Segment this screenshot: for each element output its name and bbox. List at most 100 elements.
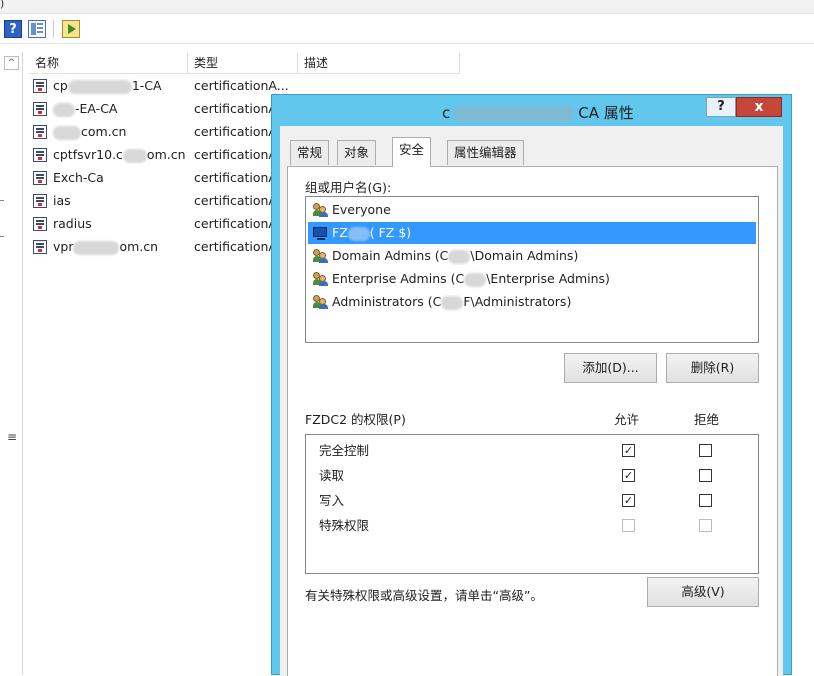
redacted-text — [441, 295, 464, 310]
user-name-end: \Domain Admins) — [470, 248, 579, 263]
help-icon[interactable]: ? — [4, 20, 22, 38]
tree-line — [0, 236, 4, 237]
security-tab-page: 组或用户名(G): Everyone FZ ( FZ $) Domain Admins… — [287, 166, 778, 676]
tab-security[interactable]: 安全 — [392, 137, 432, 167]
user-list-item[interactable]: Domain Admins (C \Domain Admins) — [308, 245, 756, 267]
row-type: certificationA — [194, 124, 277, 139]
redacted-text — [122, 148, 147, 163]
row-name-start: Exch-Ca — [53, 170, 104, 185]
row-name: vpr om.cn — [53, 236, 158, 258]
row-name-end: 1-CA — [131, 78, 162, 93]
properties-dialog: c CA 属性 ? x 常规 对象 安全 属性编辑器 组或用户名(G): Ever… — [271, 94, 792, 676]
user-name-end: \Enterprise Admins) — [486, 271, 610, 286]
permission-name: 完全控制 — [319, 443, 370, 458]
row-name-end: com.cn — [81, 124, 127, 139]
computer-icon — [313, 227, 327, 240]
row-type: certificationA — [194, 147, 277, 162]
close-button[interactable]: x — [736, 97, 782, 117]
user-list-item[interactable]: FZ ( FZ $) — [308, 222, 756, 244]
deny-checkbox[interactable] — [699, 469, 712, 482]
user-listbox[interactable]: Everyone FZ ( FZ $) Domain Admins (C \Domain… — [305, 196, 759, 343]
advanced-hint: 有关特殊权限或高级设置，请单击“高级”。 — [305, 588, 543, 603]
user-name: FZ — [332, 225, 348, 240]
certificate-template-icon — [33, 194, 47, 208]
row-name: radius — [53, 213, 92, 235]
dialog-client: 常规 对象 安全 属性编辑器 组或用户名(G): Everyone FZ ( FZ … — [280, 126, 783, 676]
window-top-strip: ) — [0, 0, 814, 14]
list-header: 名称 类型 描述 — [29, 53, 460, 74]
allow-checkbox[interactable]: ✓ — [622, 494, 635, 507]
redacted-text — [53, 102, 75, 117]
row-name-start: vpr — [53, 239, 74, 254]
row-type: certificationA — [194, 193, 277, 208]
deny-checkbox[interactable] — [699, 444, 712, 457]
certificate-template-icon — [33, 148, 47, 162]
tab-attribute-editor[interactable]: 属性编辑器 — [447, 140, 524, 165]
permissions-list: 完全控制 ✓ 读取 ✓ 写入 ✓ 特殊权限 — [305, 434, 759, 574]
certificate-template-icon — [33, 171, 47, 185]
user-name: Enterprise Admins (C — [332, 271, 465, 286]
allow-checkbox[interactable]: ✓ — [622, 444, 635, 457]
tab-object[interactable]: 对象 — [337, 140, 377, 165]
permission-row: 特殊权限 — [306, 514, 758, 538]
scroll-up-button[interactable]: ^ — [4, 56, 19, 70]
row-name-end: om.cn — [146, 147, 186, 162]
tree-line — [0, 200, 4, 201]
user-list-item[interactable]: Administrators (C F\Administrators) — [308, 291, 756, 313]
add-button[interactable]: 添加(D)... — [564, 353, 657, 383]
permissions-label: FZDC2 的权限(P) — [305, 412, 406, 427]
redacted-text — [347, 226, 370, 241]
splitter-grip-icon[interactable]: ≡ — [7, 430, 17, 444]
row-type: certificationA — [194, 216, 277, 231]
certificate-template-icon — [33, 125, 47, 139]
dialog-title: c CA 属性 — [442, 104, 634, 122]
remove-button[interactable]: 删除(R) — [666, 353, 759, 383]
user-list-item[interactable]: Everyone — [308, 199, 756, 221]
column-header-description[interactable]: 描述 — [298, 53, 460, 74]
group-icon — [313, 203, 328, 217]
row-name-start: cptfsvr10.c — [53, 147, 123, 162]
console-tree-icon[interactable] — [28, 20, 46, 38]
permission-row: 写入 ✓ — [306, 489, 758, 513]
top-strip-text: ) — [0, 0, 5, 10]
group-or-user-label: 组或用户名(G): — [305, 180, 392, 195]
redacted-text — [464, 272, 487, 287]
row-type: certificationA — [194, 239, 277, 254]
column-header-type[interactable]: 类型 — [188, 53, 298, 74]
user-name: Everyone — [332, 202, 391, 217]
toolbar-separator — [53, 20, 54, 38]
user-list-item[interactable]: Enterprise Admins (C \Enterprise Admins) — [308, 268, 756, 290]
tab-general[interactable]: 常规 — [290, 140, 330, 165]
row-name: com.cn — [53, 121, 126, 143]
help-button[interactable]: ? — [706, 97, 736, 117]
row-name-start: ias — [53, 193, 71, 208]
row-name: Exch-Ca — [53, 167, 104, 189]
user-name-end: ( FZ $) — [369, 225, 412, 240]
row-name: cp 1-CA — [53, 75, 162, 97]
column-header-name[interactable]: 名称 — [29, 53, 188, 74]
row-name: -EA-CA — [53, 98, 117, 120]
deny-checkbox[interactable] — [699, 494, 712, 507]
action-icon[interactable] — [62, 20, 80, 38]
permission-row: 读取 ✓ — [306, 464, 758, 488]
redacted-text — [67, 79, 132, 94]
deny-header: 拒绝 — [694, 412, 720, 427]
allow-checkbox — [622, 519, 635, 532]
permission-row: 完全控制 ✓ — [306, 439, 758, 463]
certificate-template-icon — [33, 217, 47, 231]
permission-name: 特殊权限 — [319, 518, 370, 533]
redacted-text — [454, 105, 575, 122]
permission-name: 写入 — [319, 493, 345, 508]
certificate-template-icon — [33, 102, 47, 116]
advanced-button[interactable]: 高级(V) — [647, 577, 759, 607]
certificate-template-icon — [33, 79, 47, 93]
row-name: cptfsvr10.c om.cn — [53, 144, 186, 166]
redacted-text — [53, 125, 81, 140]
deny-checkbox — [699, 519, 712, 532]
allow-checkbox[interactable]: ✓ — [622, 469, 635, 482]
user-name-end: F\Administrators) — [463, 294, 572, 309]
dialog-titlebar[interactable]: c CA 属性 ? x — [272, 95, 791, 126]
certificate-template-icon — [33, 240, 47, 254]
row-name: ias — [53, 190, 71, 212]
redacted-text — [73, 240, 120, 255]
